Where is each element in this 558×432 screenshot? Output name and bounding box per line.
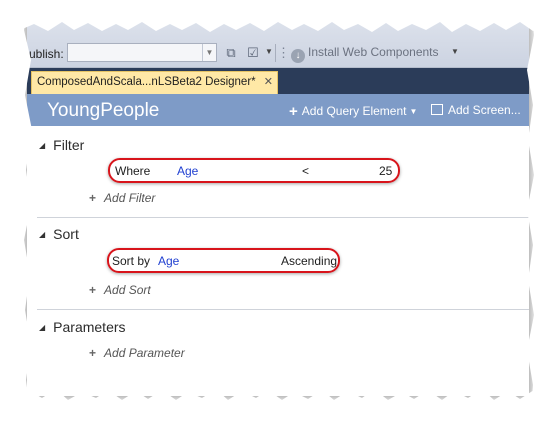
sort-condition-row[interactable]: Sort by Age Ascending bbox=[27, 254, 529, 270]
add-sort-label: Add Sort bbox=[104, 283, 151, 297]
section-divider bbox=[37, 217, 529, 218]
torn-edge-top bbox=[0, 0, 558, 32]
collapse-triangle-icon[interactable]: ◢ bbox=[39, 323, 45, 332]
designer-window: ublish: ▼ ⧉ ☑ ▼ ⋮ ↓ Install Web Component… bbox=[27, 18, 529, 396]
sort-direction[interactable]: Ascending bbox=[281, 254, 337, 268]
filter-value[interactable]: 25 bbox=[379, 164, 392, 178]
tab-title: ComposedAndScala...nLSBeta2 Designer* bbox=[37, 76, 256, 88]
parameters-heading: Parameters bbox=[53, 319, 126, 335]
torn-edge-left bbox=[0, 0, 32, 432]
properties-icon[interactable]: ☑ bbox=[245, 45, 261, 61]
toolbar-overflow-icon-2[interactable]: ▼ bbox=[451, 47, 459, 56]
add-sort-link[interactable]: + Add Sort bbox=[89, 283, 151, 297]
add-screen-label: Add Screen... bbox=[448, 103, 521, 117]
torn-edge-right bbox=[527, 0, 558, 432]
sort-field-link[interactable]: Age bbox=[158, 254, 179, 268]
grip-icon: ⋮ bbox=[277, 45, 290, 60]
section-divider bbox=[37, 309, 529, 310]
chevron-down-icon: ▼ bbox=[409, 107, 418, 116]
add-screen-button[interactable]: Add Screen... bbox=[431, 103, 521, 117]
sort-heading: Sort bbox=[53, 226, 79, 242]
add-parameter-label: Add Parameter bbox=[104, 346, 185, 360]
torn-edge-bottom bbox=[0, 389, 558, 432]
sort-section-header[interactable]: ◢ Sort bbox=[39, 226, 79, 242]
screen-icon bbox=[431, 104, 443, 115]
add-query-element-label: Add Query Element bbox=[301, 104, 407, 118]
filter-condition-row[interactable]: Where Age < 25 bbox=[27, 164, 529, 180]
plus-icon: + bbox=[289, 103, 298, 120]
filter-operator[interactable]: < bbox=[302, 164, 309, 178]
install-web-components-button[interactable]: ↓ Install Web Components bbox=[291, 45, 439, 63]
filter-heading: Filter bbox=[53, 137, 85, 153]
install-label: Install Web Components bbox=[308, 45, 439, 59]
plus-icon: + bbox=[89, 191, 97, 205]
plus-icon: + bbox=[89, 346, 97, 360]
sort-by-label: Sort by bbox=[112, 254, 151, 268]
add-query-element-button[interactable]: + Add Query Element ▼ bbox=[289, 103, 417, 120]
toolbar-overflow-icon[interactable]: ▼ bbox=[265, 47, 273, 56]
add-filter-label: Add Filter bbox=[104, 191, 156, 205]
collapse-triangle-icon[interactable]: ◢ bbox=[39, 141, 45, 150]
query-header: YoungPeople + Add Query Element ▼ Add Scre… bbox=[27, 94, 529, 126]
publish-icon[interactable]: ⧉ bbox=[223, 45, 239, 61]
publish-label: ublish: bbox=[29, 47, 64, 61]
download-icon: ↓ bbox=[291, 49, 305, 63]
where-label: Where bbox=[115, 164, 151, 178]
collapse-triangle-icon[interactable]: ◢ bbox=[39, 230, 45, 239]
filter-section-header[interactable]: ◢ Filter bbox=[39, 137, 84, 153]
chevron-down-icon[interactable]: ▼ bbox=[202, 44, 216, 61]
tab-designer[interactable]: ComposedAndScala...nLSBeta2 Designer* ✕ bbox=[31, 71, 278, 94]
plus-icon: + bbox=[89, 283, 97, 297]
add-filter-link[interactable]: + Add Filter bbox=[89, 191, 155, 205]
document-tab-strip: ComposedAndScala...nLSBeta2 Designer* ✕ bbox=[27, 68, 529, 94]
publish-combo[interactable]: ▼ bbox=[67, 43, 217, 62]
parameters-section-header[interactable]: ◢ Parameters bbox=[39, 319, 126, 335]
filter-field-link[interactable]: Age bbox=[177, 164, 198, 178]
query-title: YoungPeople bbox=[47, 100, 160, 121]
close-icon[interactable]: ✕ bbox=[264, 75, 273, 88]
add-parameter-link[interactable]: + Add Parameter bbox=[89, 346, 185, 360]
toolbar-separator bbox=[275, 44, 276, 62]
